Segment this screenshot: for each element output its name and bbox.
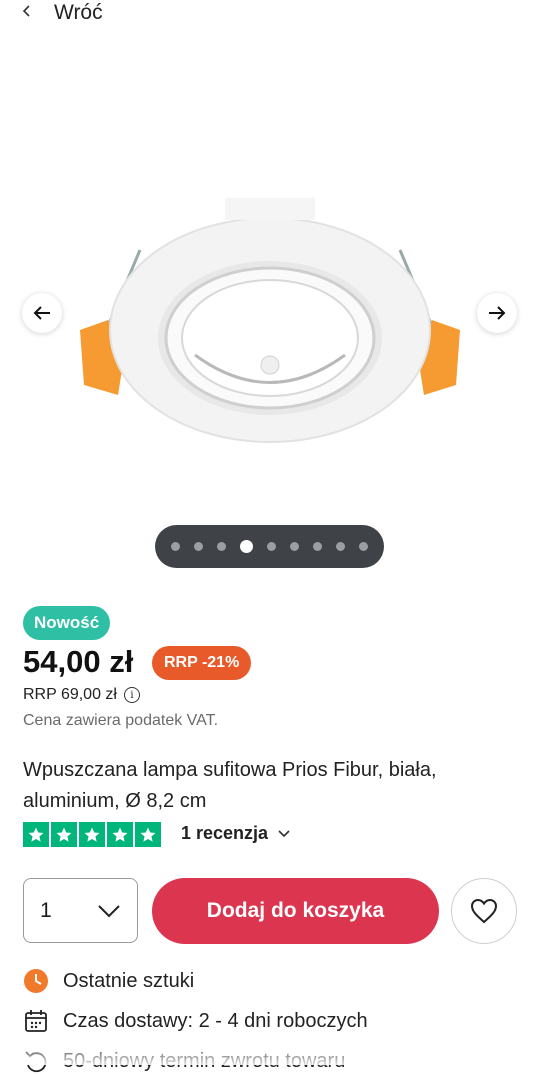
gallery-dot[interactable]	[336, 542, 345, 551]
rrp-text: RRP 69,00 zł	[23, 686, 117, 703]
quantity-select[interactable]: 1	[23, 878, 138, 943]
gallery-dot[interactable]	[290, 542, 299, 551]
gallery-dot[interactable]	[313, 542, 322, 551]
rating-stars	[23, 822, 161, 847]
gallery-dot[interactable]	[359, 542, 368, 551]
gallery-dot[interactable]	[267, 542, 276, 551]
arrow-left-icon	[33, 306, 50, 320]
info-icon[interactable]: i	[123, 687, 140, 703]
gallery-dot[interactable]	[171, 542, 180, 551]
gallery-dot[interactable]	[194, 542, 203, 551]
chevron-down-icon	[98, 904, 120, 917]
discount-badge: RRP -21%	[152, 646, 252, 680]
quantity-value: 1	[40, 898, 52, 922]
reviews-toggle[interactable]: 1 recenzja	[181, 823, 290, 844]
rrp-price: RRP 69,00 zł i	[23, 686, 140, 704]
next-image-button[interactable]	[477, 293, 517, 333]
back-label: Wróć	[54, 1, 103, 24]
gallery-dot[interactable]	[217, 542, 226, 551]
product-image	[80, 198, 460, 443]
product-title: Wpuszczana lampa sufitowa Prios Fibur, b…	[23, 759, 437, 812]
star-icon	[135, 822, 161, 847]
arrow-right-icon	[489, 306, 506, 320]
add-to-cart-button[interactable]: Dodaj do koszyka	[152, 878, 439, 944]
product-price: 54,00 zł	[23, 644, 134, 679]
delivery-text: Czas dostawy: 2 - 4 dni roboczych	[63, 1009, 368, 1032]
gallery-pagination	[155, 525, 384, 568]
vat-note: Cena zawiera podatek VAT.	[23, 712, 219, 729]
star-icon	[79, 822, 105, 847]
product-gallery	[0, 60, 540, 570]
calendar-icon	[25, 1010, 47, 1032]
heart-icon	[470, 898, 498, 924]
star-icon	[51, 822, 77, 847]
clock-icon	[24, 969, 48, 993]
stock-text: Ostatnie sztuki	[63, 969, 195, 992]
back-link[interactable]: Wróć	[22, 0, 103, 26]
chevron-down-icon	[278, 829, 290, 837]
star-icon	[23, 822, 49, 847]
reviews-label: 1 recenzja	[181, 823, 269, 843]
stock-info: Ostatnie sztuki	[23, 968, 194, 994]
wishlist-button[interactable]	[451, 878, 517, 944]
new-badge: Nowość	[23, 606, 111, 640]
bottom-fade	[0, 1040, 540, 1065]
gallery-dot-active[interactable]	[240, 540, 253, 553]
previous-image-button[interactable]	[22, 293, 62, 333]
chevron-left-icon	[22, 4, 42, 23]
star-icon	[107, 822, 133, 847]
delivery-info: Czas dostawy: 2 - 4 dni roboczych	[23, 1008, 368, 1034]
